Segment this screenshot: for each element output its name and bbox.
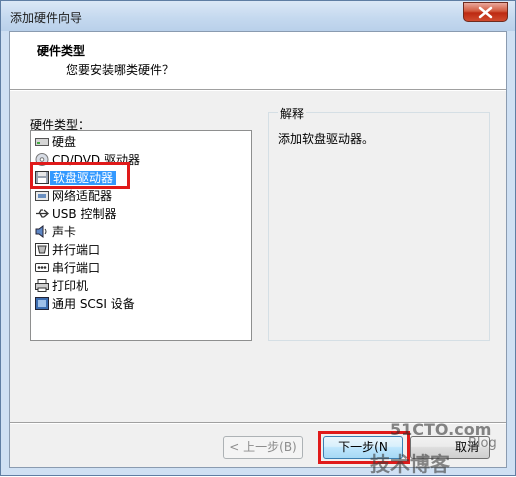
window-title: 添加硬件向导	[10, 11, 83, 25]
list-item-network[interactable]: 网络适配器	[35, 188, 112, 205]
printer-icon	[35, 279, 49, 292]
list-item-sound[interactable]: 声卡	[35, 224, 76, 241]
list-item-label: 并行端口	[52, 243, 101, 257]
back-button[interactable]: < 上一步(B)	[223, 436, 303, 459]
scsi-icon	[35, 297, 49, 310]
list-item-label: USB 控制器	[52, 207, 117, 221]
close-icon	[478, 6, 493, 19]
close-button[interactable]	[463, 2, 508, 22]
wizard-header: 硬件类型 您要安装哪类硬件？	[10, 32, 506, 89]
list-item-scsi[interactable]: 通用 SCSI 设备	[35, 296, 135, 313]
selection-highlight-annotation	[30, 162, 130, 189]
parallel-port-icon	[35, 243, 49, 256]
list-item-usb[interactable]: USB 控制器	[35, 206, 116, 223]
list-item-label: 硬盘	[52, 135, 77, 149]
list-item-label: 串行端口	[52, 261, 101, 275]
list-item-label: 声卡	[52, 225, 77, 239]
usb-icon	[35, 207, 49, 220]
list-item-hard-disk[interactable]: 硬盘	[35, 134, 76, 151]
hard-disk-icon	[35, 135, 49, 148]
list-item-label: 打印机	[52, 279, 89, 293]
list-item-label: 网络适配器	[52, 189, 113, 203]
list-item-label: 通用 SCSI 设备	[52, 297, 135, 311]
list-item-printer[interactable]: 打印机	[35, 278, 88, 295]
wizard-window: 添加硬件向导 硬件类型 您要安装哪类硬件？ 硬件类型： 硬盘 CD/DVD 驱动	[0, 0, 516, 476]
serial-port-icon	[35, 261, 49, 274]
page-title: 硬件类型	[37, 44, 86, 58]
network-adapter-icon	[35, 189, 49, 202]
page-subtitle: 您要安装哪类硬件？	[66, 63, 175, 77]
explanation-title: 解释	[278, 105, 307, 122]
list-item-parallel[interactable]: 并行端口	[35, 242, 100, 259]
explanation-text: 添加软盘驱动器。	[278, 132, 375, 146]
title-bar[interactable]: 添加硬件向导	[1, 1, 515, 31]
sound-card-icon	[35, 225, 49, 238]
header-divider-highlight	[10, 90, 506, 91]
list-item-serial[interactable]: 串行端口	[35, 260, 100, 277]
watermark-blog: Blog	[468, 436, 497, 451]
wizard-client-area: 硬件类型 您要安装哪类硬件？ 硬件类型： 硬盘 CD/DVD 驱动器 软盘驱动器	[9, 31, 507, 476]
watermark-text: 技术博客	[370, 452, 450, 476]
